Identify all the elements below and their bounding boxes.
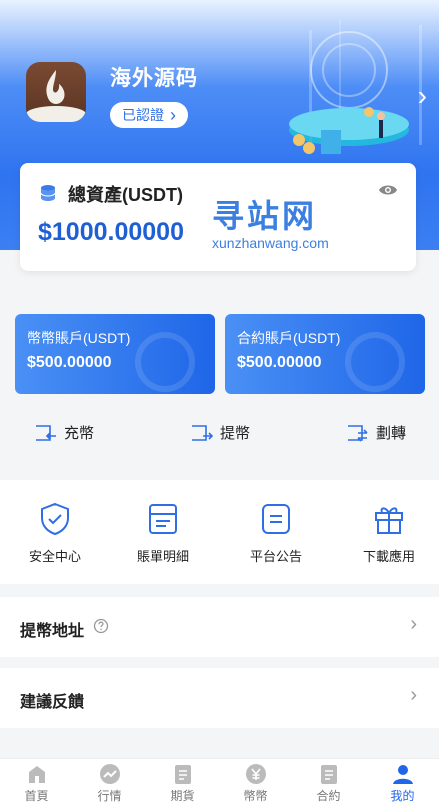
tab-label: 行情 — [97, 789, 122, 803]
notice-icon — [262, 504, 290, 534]
verified-badge[interactable]: 已認證 › — [110, 102, 188, 128]
gift-icon — [375, 507, 403, 534]
spot-account-label: 幣幣賬戶(USDT) — [27, 330, 131, 346]
grid-item-bills[interactable]: 賬單明細 — [108, 502, 218, 565]
bottom-tab-bar: 首頁 行情 期貨 幣幣 合約 我的 — [0, 758, 439, 804]
transfer-icon — [348, 424, 368, 442]
header-illustration — [289, 20, 422, 154]
deposit-icon — [36, 424, 56, 441]
help-icon[interactable] — [93, 618, 109, 634]
grid-item-security-center[interactable]: 安全中心 — [0, 502, 110, 565]
contract-account-label: 合約賬戶(USDT) — [237, 330, 341, 346]
total-assets-card: 總資產(USDT) $1000.00000 寻站网 xunzhanwang.co… — [20, 163, 416, 271]
chart-icon — [99, 764, 120, 784]
withdraw-icon — [192, 424, 214, 441]
grid-label: 賬單明細 — [136, 549, 189, 564]
site-logo — [26, 62, 86, 122]
spot-account-value: $500.00000 — [27, 354, 112, 371]
watermark-cn: 寻站网 — [212, 198, 318, 234]
service-grid: 安全中心 賬單明細 平台公告 下載應用 — [0, 480, 439, 584]
shield-check-icon — [41, 502, 69, 536]
quick-actions: 充幣 提幣 劃轉 — [0, 414, 439, 458]
doc-icon — [174, 765, 191, 784]
site-name: 海外源码 — [110, 67, 198, 90]
tab-coins[interactable]: 幣幣 — [219, 759, 292, 804]
deposit-label: 充幣 — [64, 425, 95, 442]
row-label: 建議反饋 — [20, 694, 85, 711]
tab-label: 首頁 — [24, 789, 49, 803]
contract-account-card[interactable]: 合約賬戶(USDT) $500.00000 — [225, 314, 425, 394]
spot-account-card[interactable]: 幣幣賬戶(USDT) $500.00000 — [15, 314, 215, 394]
total-assets-title: 總資產(USDT) — [68, 185, 183, 205]
chevron-right-icon: › — [410, 684, 417, 706]
tab-label: 我的 — [390, 789, 415, 803]
contract-icon — [320, 765, 337, 784]
bill-icon — [149, 504, 177, 534]
tab-market[interactable]: 行情 — [73, 759, 146, 804]
contract-account-value: $500.00000 — [237, 354, 322, 371]
grid-label: 安全中心 — [28, 549, 81, 564]
home-icon — [28, 766, 45, 783]
tab-home[interactable]: 首頁 — [0, 759, 73, 804]
total-assets-value: $1000.00000 — [38, 218, 184, 246]
transfer-label: 劃轉 — [376, 425, 407, 442]
chevron-right-icon: › — [170, 105, 176, 125]
coin-icon — [245, 764, 266, 784]
transfer-button[interactable]: 劃轉 — [346, 422, 406, 443]
row-label: 提幣地址 — [20, 623, 85, 640]
tab-label: 期貨 — [170, 789, 195, 803]
tab-label: 幣幣 — [243, 789, 268, 803]
withdraw-address-row[interactable]: 提幣地址 › — [0, 597, 439, 657]
grid-item-announcements[interactable]: 平台公告 — [221, 502, 331, 565]
watermark-en: xunzhanwang.com — [212, 235, 329, 251]
withdraw-button[interactable]: 提幣 — [190, 422, 250, 443]
eye-icon[interactable] — [378, 183, 398, 197]
feedback-row[interactable]: 建議反饋 › — [0, 668, 439, 728]
database-icon — [40, 185, 56, 201]
tab-label: 合約 — [316, 789, 341, 803]
withdraw-label: 提幣 — [220, 425, 251, 442]
watermark: 寻站网 xunzhanwang.com — [212, 191, 329, 251]
tab-futures[interactable]: 期貨 — [146, 759, 219, 804]
chevron-right-icon[interactable]: › — [418, 80, 427, 112]
grid-label: 平台公告 — [249, 549, 302, 564]
grid-item-download-app[interactable]: 下載應用 — [334, 502, 439, 565]
deposit-button[interactable]: 充幣 — [34, 422, 94, 443]
verified-label: 已認證 — [122, 107, 164, 123]
tab-contract[interactable]: 合約 — [292, 759, 365, 804]
tab-mine[interactable]: 我的 — [366, 759, 439, 804]
chevron-right-icon: › — [410, 613, 417, 635]
grid-label: 下載應用 — [362, 549, 415, 564]
user-icon — [392, 765, 413, 784]
